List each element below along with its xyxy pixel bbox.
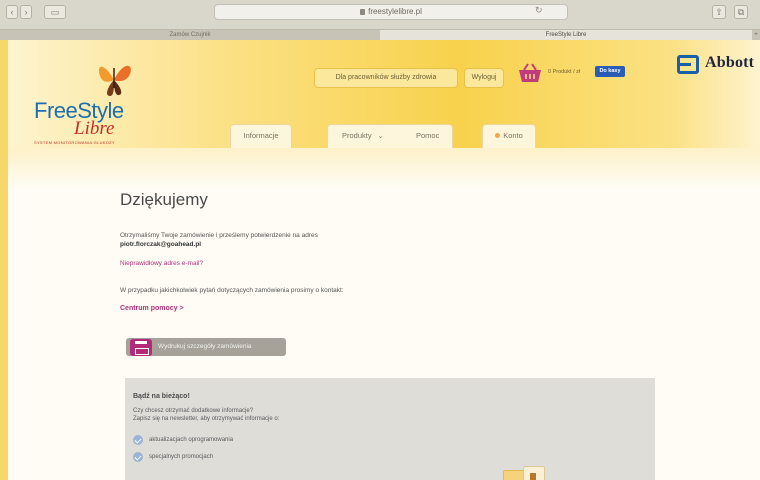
reload-icon[interactable]: ↻ xyxy=(535,5,543,16)
newsletter-title: Bądź na bieżąco! xyxy=(133,393,190,400)
web-page: FreeStyle Libre SYSTEM MONITOROWANIA GLU… xyxy=(8,40,760,480)
sidebar-toggle-icon[interactable]: ▭ xyxy=(44,5,66,19)
chevron-down-icon: ⌄ xyxy=(377,133,384,140)
nav-tab-produkty-label: Produkty xyxy=(342,131,372,140)
url-text: freestylelibre.pl xyxy=(368,7,422,16)
tabs-overview-icon[interactable]: ⧉ xyxy=(734,5,748,19)
nav-tab-konto-label: Konto xyxy=(503,131,523,140)
tab-freestyle[interactable]: FreeStyle Libre xyxy=(380,30,752,40)
checkmark-icon xyxy=(133,452,143,462)
forward-button[interactable]: › xyxy=(20,5,32,19)
abbott-mark-icon xyxy=(677,55,699,74)
page-title: Dziękujemy xyxy=(120,190,208,209)
logo-text-libre: Libre xyxy=(74,118,115,139)
header-fade xyxy=(8,148,760,188)
site-header: FreeStyle Libre SYSTEM MONITOROWANIA GLU… xyxy=(8,40,760,148)
print-order-button[interactable]: Wydrukuj szczegóły zamówienia xyxy=(126,338,286,356)
product-boxes-image xyxy=(493,466,553,480)
help-center-link[interactable]: Centrum pomocy > xyxy=(120,305,184,312)
new-tab-button[interactable]: + xyxy=(752,30,760,40)
freestyle-libre-logo[interactable]: FreeStyle Libre SYSTEM MONITOROWANIA GLU… xyxy=(32,52,152,145)
tab-bar: Zamów Czujnik FreeStyle Libre + xyxy=(0,30,760,40)
tab-zamow[interactable]: Zamów Czujnik xyxy=(0,30,380,40)
printer-icon xyxy=(130,339,152,356)
abbott-wordmark: Abbott xyxy=(705,54,755,71)
account-icon xyxy=(495,133,501,138)
share-icon[interactable]: ⇧ xyxy=(712,5,726,19)
confirmation-text: Otrzymaliśmy Twoje zamówienie i prześlem… xyxy=(120,232,318,239)
checkout-button[interactable]: Do kasy xyxy=(595,66,625,77)
newsletter-item: specjalnych promocjach xyxy=(149,454,214,460)
confirmation-email: piotr.florczak@goahead.pl xyxy=(120,241,202,248)
butterfly-logo-icon xyxy=(98,65,131,96)
lock-icon xyxy=(360,9,366,15)
address-bar[interactable]: freestylelibre.pl xyxy=(214,4,568,20)
product-box xyxy=(523,466,545,480)
logout-link[interactable]: Wyloguj xyxy=(464,68,504,88)
browser-toolbar: ‹ › ▭ freestylelibre.pl ↻ ⇧ ⧉ xyxy=(0,0,760,30)
back-button[interactable]: ‹ xyxy=(6,5,18,19)
nav-tab-pomoc[interactable]: Pomoc xyxy=(416,125,439,147)
newsletter-line1: Czy chcesz otrzymać dodatkowe informacje… xyxy=(133,408,254,414)
newsletter-item: aktualizacjach oprogramowania xyxy=(149,437,234,443)
nav-tab-konto[interactable]: Konto xyxy=(482,124,536,148)
nav-tab-informacje[interactable]: Informacje xyxy=(230,124,292,148)
nav-tab-produkty[interactable]: Produkty ⌄ Pomoc xyxy=(327,124,453,148)
newsletter-box: Bądź na bieżąco! Czy chcesz otrzymać dod… xyxy=(125,378,655,480)
print-order-label: Wydrukuj szczegóły zamówienia xyxy=(158,343,252,350)
abbott-logo[interactable]: Abbott xyxy=(671,52,760,78)
questions-text: W przypadku jakichkolwiek pytań dotycząc… xyxy=(120,287,344,294)
basket-icon[interactable] xyxy=(516,62,544,84)
newsletter-line2: Zapisz się na newsletter, aby otrzymywać… xyxy=(133,416,280,422)
logo-tagline: SYSTEM MONITOROWANIA GLUKOZY xyxy=(34,140,115,145)
checkmark-icon xyxy=(133,435,143,445)
cart-summary: 0 Produkt / zł xyxy=(548,69,581,75)
wrong-email-link[interactable]: Nieprawidłowy adres e-mail? xyxy=(120,260,203,267)
professionals-link[interactable]: Dla pracowników służby zdrowia xyxy=(314,68,458,88)
